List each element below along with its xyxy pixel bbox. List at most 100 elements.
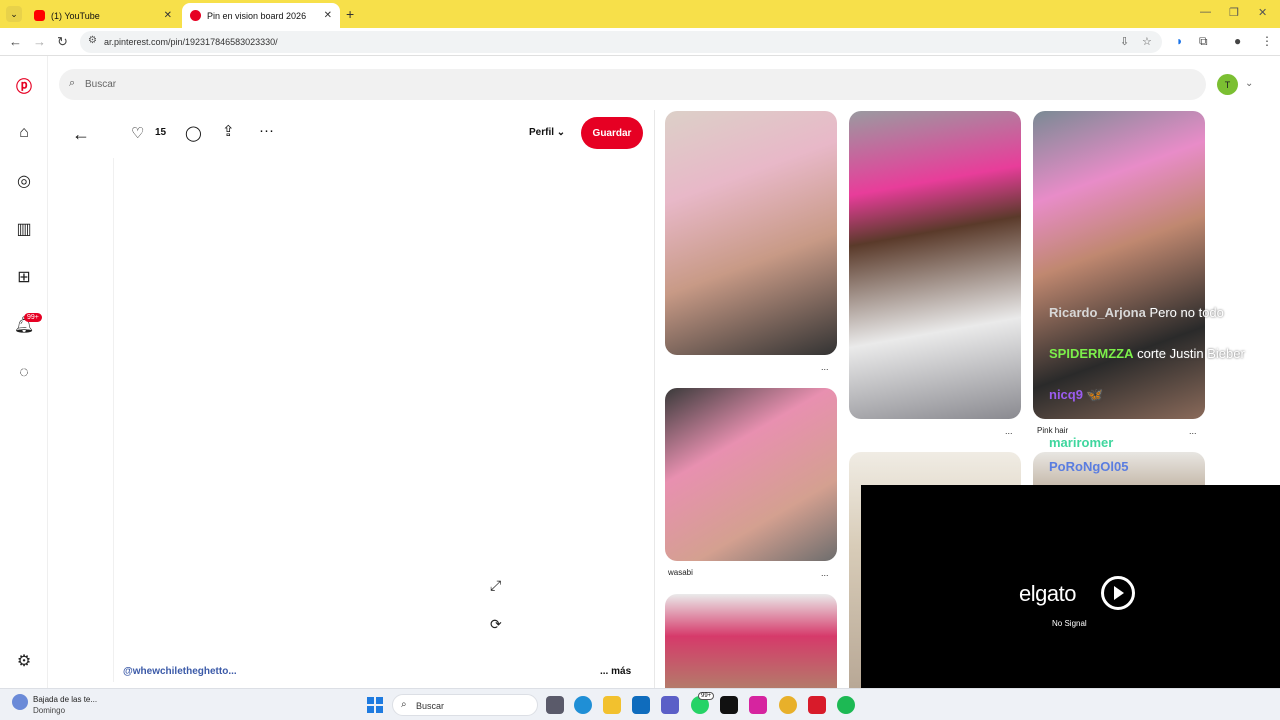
teams-icon[interactable] (661, 696, 679, 714)
pinterest-icon (190, 10, 201, 21)
elgato-capture-preview: elgato No Signal (861, 485, 1280, 688)
save-button[interactable]: Guardar (581, 117, 643, 149)
extensions-icon[interactable]: ⧉ (1199, 34, 1208, 49)
tab-label: (1) YouTube (51, 10, 100, 21)
chevron-down-icon: ⌄ (556, 127, 566, 138)
news-widget-icon[interactable] (12, 694, 28, 710)
youtube-icon (34, 10, 45, 21)
chat-message: nicq9 🦋 (1049, 388, 1269, 402)
search-input[interactable]: ⌕ Buscar (59, 69, 1206, 100)
start-button[interactable] (367, 697, 383, 713)
search-icon: ⌕ (69, 77, 76, 89)
maximize-icon[interactable]: ❐ (1229, 6, 1239, 19)
edge-icon[interactable] (574, 696, 592, 714)
address-bar[interactable]: ⚙ ar.pinterest.com/pin/19231784658302333… (80, 31, 1162, 53)
messages-icon[interactable]: ◌ (12, 361, 36, 385)
site-info-icon[interactable]: ⚙ (88, 35, 97, 46)
boards-icon[interactable]: ▥ (12, 217, 36, 241)
avatar[interactable]: T (1217, 74, 1238, 95)
grid-pin-image[interactable] (1033, 111, 1205, 419)
close-icon[interactable]: ✕ (324, 10, 332, 21)
pin-title[interactable]: Pink hair (1037, 426, 1068, 435)
expand-icon[interactable]: ⤢ (490, 577, 501, 594)
chat-message: Ricardo_Arjona Pero no todo (1049, 306, 1269, 320)
visual-search-icon[interactable]: ⟳ (490, 616, 502, 633)
pin-more-icon[interactable]: ... (821, 568, 829, 578)
pin-author-link[interactable]: @whewchiletheghetto... (123, 666, 237, 677)
heart-icon[interactable]: ♡ (131, 124, 144, 142)
settings-gear-icon[interactable]: ⚙ (12, 649, 36, 673)
taskbar-search-label: Buscar (416, 701, 445, 711)
windows-taskbar: Bajada de las te... Domingo ⌕ Buscar 99+ (0, 688, 1280, 720)
chat-message: PoRoNgOl05 (1049, 460, 1269, 474)
grid-pin-image[interactable] (849, 111, 1021, 419)
url-text: ar.pinterest.com/pin/192317846583023330/ (104, 37, 278, 47)
pin-more-icon[interactable]: ... (821, 362, 829, 372)
elgato-logo-icon (1101, 576, 1135, 610)
tab-label: Pin en vision board 2026 (207, 10, 307, 21)
office-icon[interactable] (808, 696, 826, 714)
more-options-icon[interactable]: ··· (259, 122, 274, 139)
no-signal-text: No Signal (1052, 619, 1087, 628)
home-icon[interactable]: ⌂ (12, 121, 36, 145)
grid-pin-image[interactable] (665, 111, 837, 355)
search-icon: ⌕ (401, 699, 407, 710)
profile-label: Perfil (529, 127, 555, 138)
pin-more-icon[interactable]: ... (1005, 426, 1013, 436)
more-link[interactable]: ... más (600, 666, 631, 677)
chat-username: SPIDERMZZA (1049, 346, 1134, 361)
divider (654, 110, 655, 690)
pin-more-icon[interactable]: ... (1189, 426, 1197, 436)
install-icon[interactable]: ⇩ (1120, 35, 1129, 48)
chat-text: corte Justin Bieber (1137, 346, 1245, 361)
new-tab-button[interactable]: + (346, 6, 354, 22)
file-explorer-icon[interactable] (603, 696, 621, 714)
spotify-icon[interactable] (837, 696, 855, 714)
profile-dropdown[interactable]: Perfil ⌄ (529, 127, 565, 138)
chat-text: 🦋 (1086, 387, 1103, 402)
search-placeholder: Buscar (85, 79, 117, 90)
news-subtitle: Domingo (33, 706, 66, 715)
instagram-icon[interactable] (749, 696, 767, 714)
pin-title[interactable]: wasabi (668, 568, 693, 577)
tab-youtube[interactable]: (1) YouTube ✕ (26, 3, 180, 28)
share-icon[interactable]: ⇪ (222, 122, 235, 140)
window-close-icon[interactable]: ✕ (1258, 6, 1267, 19)
explore-icon[interactable]: ◎ (12, 169, 36, 193)
create-icon[interactable]: ⊞ (12, 265, 36, 289)
task-view-icon[interactable] (546, 696, 564, 714)
read-aloud-icon[interactable]: ◗ (1176, 34, 1183, 48)
grid-pin-image[interactable] (665, 388, 837, 561)
chat-message: mariromer (1049, 436, 1269, 450)
browser-toolbar: ← → ↻ ⚙ ar.pinterest.com/pin/19231784658… (0, 28, 1280, 56)
chat-message: SPIDERMZZA corte Justin Bieber (1049, 347, 1269, 361)
back-arrow-icon[interactable]: ← (72, 124, 90, 145)
pin-image[interactable] (113, 158, 653, 682)
elgato-logo-text: elgato (1019, 581, 1076, 606)
bookmark-star-icon[interactable]: ☆ (1142, 35, 1152, 48)
news-headline[interactable]: Bajada de las te... (33, 695, 97, 704)
whatsapp-badge: 99+ (698, 692, 715, 700)
outlook-icon[interactable] (632, 696, 650, 714)
taskbar-search[interactable]: ⌕ Buscar (392, 694, 538, 716)
chat-username: PoRoNgOl05 (1049, 459, 1129, 474)
close-icon[interactable]: ✕ (164, 10, 172, 21)
notifications-badge: 99+ (24, 313, 42, 322)
menu-kebab-icon[interactable]: ⋮ (1261, 34, 1273, 48)
tiktok-icon[interactable] (720, 696, 738, 714)
minimize-icon[interactable]: — (1200, 6, 1211, 18)
profile-icon[interactable]: ● (1234, 34, 1241, 48)
reload-icon[interactable]: ↻ (57, 34, 68, 50)
chrome-icon[interactable] (779, 696, 797, 714)
pinterest-logo-icon[interactable]: ⓟ (12, 73, 36, 97)
chat-username: mariromer (1049, 435, 1114, 450)
back-icon[interactable]: ← (9, 34, 22, 49)
forward-icon[interactable]: → (33, 34, 46, 49)
tab-pinterest[interactable]: Pin en vision board 2026 ✕ (182, 3, 340, 28)
account-chevron-down-icon[interactable]: ⌄ (1245, 78, 1253, 89)
grid-pin-image[interactable] (665, 594, 837, 688)
likes-count: 15 (155, 127, 167, 138)
comment-icon[interactable]: ◯ (185, 124, 202, 142)
tab-search-chevron-icon[interactable]: ⌄ (6, 6, 22, 22)
chat-username: nicq9 (1049, 387, 1083, 402)
